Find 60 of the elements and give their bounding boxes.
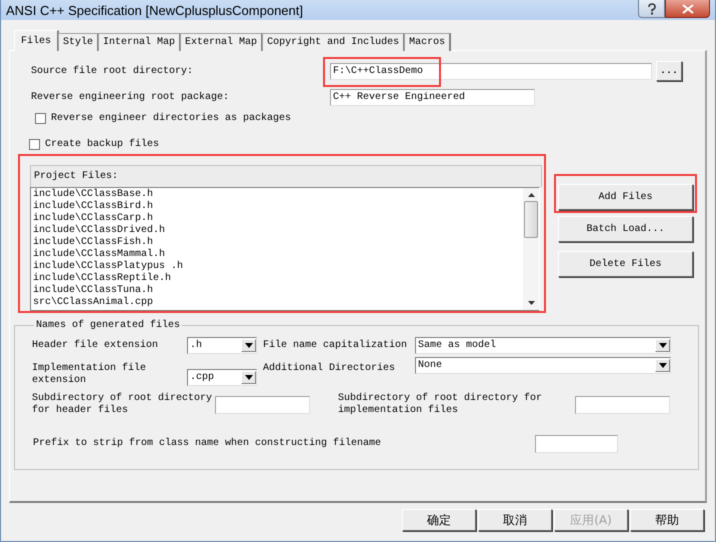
dialog-button[interactable]: 取消 [478, 509, 552, 531]
group-title: Names of generated files [35, 320, 182, 331]
close-icon [682, 4, 694, 14]
dropdown[interactable]: None [415, 357, 671, 374]
dropdown-arrow-icon [658, 363, 666, 368]
input-field[interactable]: C++ Reverse Engineered [330, 89, 535, 106]
tab[interactable]: Internal Map [98, 33, 182, 51]
list-item[interactable]: include\CClassCarp.h [33, 213, 523, 225]
dropdown-arrow-icon [244, 375, 252, 380]
scroll-down-icon [528, 301, 534, 306]
help-button[interactable] [638, 0, 665, 18]
input-field[interactable] [575, 396, 670, 414]
checkbox-label: Reverse engineer directories as packages [51, 113, 292, 124]
list-item[interactable]: include\CClassReptile.h [33, 273, 523, 285]
list-item[interactable]: include\CClassTuna.h [33, 285, 523, 297]
field-label: Reverse engineering root package: [31, 92, 230, 103]
browse-button[interactable]: ... [656, 61, 682, 81]
dropdown[interactable]: Same as model [415, 337, 671, 354]
scroll-thumb[interactable] [524, 200, 538, 238]
input-field[interactable]: F:\C++ClassDemo [330, 62, 652, 80]
tab[interactable]: Macros [404, 33, 452, 51]
tab[interactable]: Style [58, 33, 100, 51]
list-item[interactable]: include\CClassMammal.h [33, 249, 523, 261]
list-item[interactable]: include\CClassBase.h [33, 189, 523, 201]
tab[interactable]: Copyright and Includes [262, 33, 406, 51]
checkbox[interactable] [35, 113, 46, 124]
list-title: Project Files: [34, 171, 118, 182]
dialog-button[interactable]: 帮助 [630, 509, 704, 531]
tab[interactable]: Files [14, 30, 60, 51]
window-title: ANSI C++ Specification [NewCplusplusComponent] [6, 2, 303, 18]
action-button[interactable]: Add Files [558, 184, 693, 210]
scrollbar[interactable] [523, 188, 539, 310]
dialog-button[interactable]: 确定 [402, 509, 476, 531]
field-label: Subdirectory of root directory for implementation files [337, 393, 544, 417]
list-item[interactable]: include\CClassFish.h [33, 237, 523, 249]
field-label: Prefix to strip from class name when constructing filename [33, 438, 382, 450]
close-button[interactable] [665, 0, 710, 18]
action-button[interactable]: Batch Load... [558, 216, 693, 242]
field-label: Source file root directory: [31, 66, 194, 76]
field-label: File name capitalization [262, 340, 408, 352]
field-label: Additional Directories [262, 363, 396, 375]
list-item[interactable]: include\CClassDrived.h [33, 225, 523, 237]
scroll-up-icon [528, 192, 534, 197]
list-item[interactable]: include\CClassPlatypus .h [33, 261, 523, 273]
field-label: Subdirectory of root directory for header files [32, 393, 214, 417]
list-item[interactable]: src\CClassAnimal.cpp [33, 297, 523, 309]
list-item[interactable]: include\CClassBird.h [33, 201, 523, 213]
field-label: Implementation file extension [32, 363, 148, 387]
dropdown[interactable]: .cpp [187, 369, 257, 386]
input-field[interactable] [535, 435, 618, 453]
action-button[interactable]: Delete Files [558, 251, 693, 277]
dropdown-arrow-icon [658, 343, 666, 348]
tab[interactable]: External Map [180, 33, 264, 51]
checkbox-label: Create backup files [45, 139, 160, 150]
field-label: Header file extension [32, 340, 160, 352]
input-field[interactable] [215, 396, 310, 414]
dropdown[interactable]: .h [187, 337, 257, 354]
help-icon [646, 2, 656, 14]
checkbox[interactable] [29, 139, 40, 150]
dropdown-arrow-icon [244, 343, 252, 348]
